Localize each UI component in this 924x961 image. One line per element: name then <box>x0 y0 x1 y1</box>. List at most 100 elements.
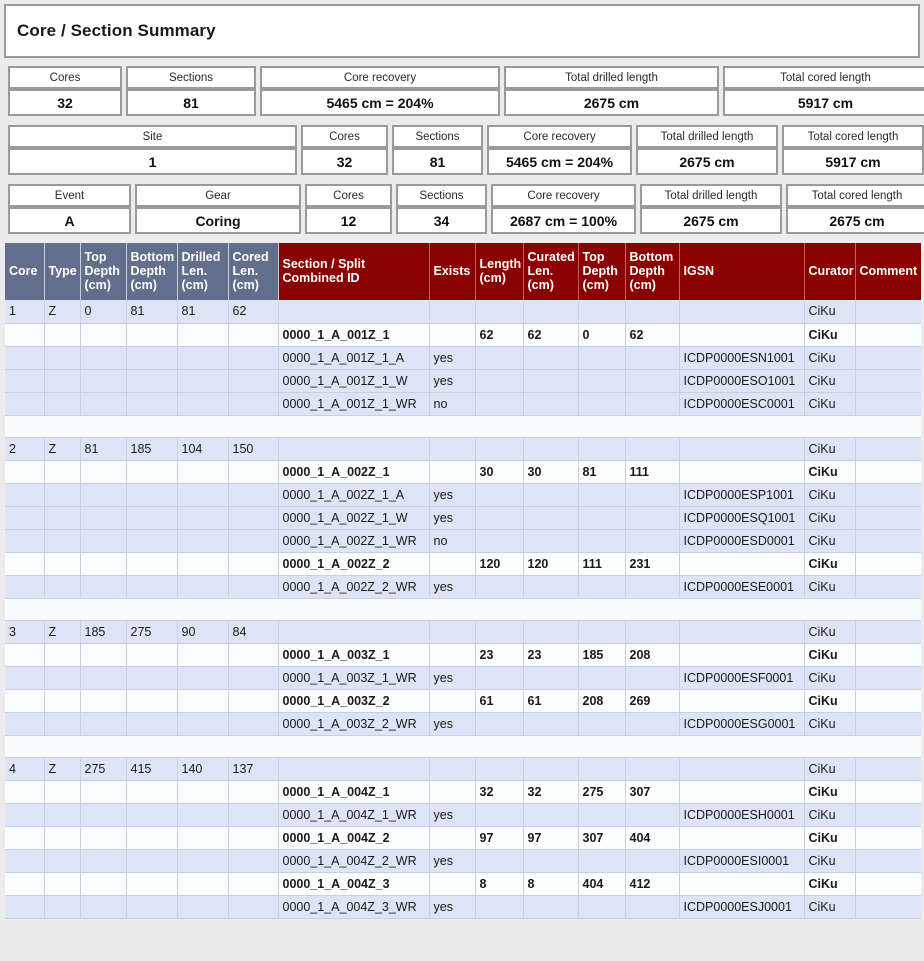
split-row[interactable]: 0000_1_A_001Z_1_AyesICDP0000ESN1001CiKu <box>5 346 921 369</box>
cell-sec-top-depth <box>578 437 625 460</box>
column-header-cored-len[interactable]: CoredLen.(cm) <box>228 243 278 300</box>
column-header-comment[interactable]: Comment <box>855 243 921 300</box>
cell-length <box>475 506 523 529</box>
cell-curated-len <box>523 803 578 826</box>
section-row[interactable]: 0000_1_A_002Z_2120120111231CiKu <box>5 552 921 575</box>
cell-length: 62 <box>475 323 523 346</box>
cell-section-id <box>278 620 429 643</box>
split-row[interactable]: 0000_1_A_003Z_1_WRyesICDP0000ESF0001CiKu <box>5 666 921 689</box>
section-row[interactable]: 0000_1_A_002Z_1303081111CiKu <box>5 460 921 483</box>
cell-bottom-depth <box>126 643 177 666</box>
split-row[interactable]: 0000_1_A_004Z_1_WRyesICDP0000ESH0001CiKu <box>5 803 921 826</box>
cell-exists: yes <box>429 483 475 506</box>
cell-cored-len <box>228 849 278 872</box>
cell-length: 97 <box>475 826 523 849</box>
summary-site-header-cores: Cores <box>301 125 388 148</box>
summary-event-header-total-drilled-length: Total drilled length <box>640 184 782 207</box>
cell-comment <box>855 483 921 506</box>
summary-site-header-total-drilled-length: Total drilled length <box>636 125 778 148</box>
cell-length <box>475 369 523 392</box>
core-row[interactable]: 1Z0818162CiKu <box>5 300 921 323</box>
cell-cored-len <box>228 803 278 826</box>
core-row[interactable]: 3Z1852759084CiKu <box>5 620 921 643</box>
page-title: Core / Section Summary <box>17 21 216 41</box>
cell-curator: CiKu <box>804 392 855 415</box>
split-row[interactable]: 0000_1_A_002Z_2_WRyesICDP0000ESE0001CiKu <box>5 575 921 598</box>
cell-igsn <box>679 780 804 803</box>
cell-curator: CiKu <box>804 643 855 666</box>
column-header-curator-label: Curator <box>809 264 854 278</box>
cell-top-depth <box>80 369 126 392</box>
column-header-exists[interactable]: Exists <box>429 243 475 300</box>
cell-drilled-len <box>177 506 228 529</box>
column-header-type[interactable]: Type <box>44 243 80 300</box>
cell-top-depth <box>80 689 126 712</box>
column-header-curator[interactable]: Curator <box>804 243 855 300</box>
column-header-igsn[interactable]: IGSN <box>679 243 804 300</box>
split-row[interactable]: 0000_1_A_001Z_1_WyesICDP0000ESO1001CiKu <box>5 369 921 392</box>
cell-sec-bottom-depth <box>625 575 679 598</box>
column-header-section-id[interactable]: Section / SplitCombined ID <box>278 243 429 300</box>
cell-exists <box>429 323 475 346</box>
cell-igsn: ICDP0000ESN1001 <box>679 346 804 369</box>
column-header-curated-len[interactable]: CuratedLen.(cm) <box>523 243 578 300</box>
column-header-bottom-depth[interactable]: BottomDepth(cm) <box>126 243 177 300</box>
summary-event-table: Event Gear Cores Sections Core recovery … <box>4 184 924 234</box>
split-row[interactable]: 0000_1_A_002Z_1_WRnoICDP0000ESD0001CiKu <box>5 529 921 552</box>
cell-sec-bottom-depth: 62 <box>625 323 679 346</box>
cell-cored-len <box>228 529 278 552</box>
cell-section-id: 0000_1_A_004Z_1 <box>278 780 429 803</box>
section-row[interactable]: 0000_1_A_003Z_26161208269CiKu <box>5 689 921 712</box>
cell-exists <box>429 757 475 780</box>
cell-section-id: 0000_1_A_002Z_1 <box>278 460 429 483</box>
cell-top-depth: 81 <box>80 437 126 460</box>
split-row[interactable]: 0000_1_A_004Z_3_WRyesICDP0000ESJ0001CiKu <box>5 895 921 918</box>
cell-comment <box>855 300 921 323</box>
column-header-core[interactable]: Core <box>5 243 44 300</box>
split-row[interactable]: 0000_1_A_004Z_2_WRyesICDP0000ESI0001CiKu <box>5 849 921 872</box>
cell-exists: yes <box>429 346 475 369</box>
cell-section-id: 0000_1_A_003Z_2_WR <box>278 712 429 735</box>
core-row[interactable]: 4Z275415140137CiKu <box>5 757 921 780</box>
cell-igsn: ICDP0000ESP1001 <box>679 483 804 506</box>
column-header-section-bottom-depth[interactable]: BottomDepth(cm) <box>625 243 679 300</box>
section-row[interactable]: 0000_1_A_003Z_12323185208CiKu <box>5 643 921 666</box>
cell-section-id: 0000_1_A_003Z_1_WR <box>278 666 429 689</box>
cell-bottom-depth <box>126 552 177 575</box>
split-row[interactable]: 0000_1_A_002Z_1_AyesICDP0000ESP1001CiKu <box>5 483 921 506</box>
section-row[interactable]: 0000_1_A_004Z_13232275307CiKu <box>5 780 921 803</box>
split-row[interactable]: 0000_1_A_002Z_1_WyesICDP0000ESQ1001CiKu <box>5 506 921 529</box>
cell-section-id: 0000_1_A_002Z_1_WR <box>278 529 429 552</box>
cell-drilled-len <box>177 369 228 392</box>
cell-igsn <box>679 643 804 666</box>
cell-comment <box>855 575 921 598</box>
column-header-section-top-depth[interactable]: TopDepth(cm) <box>578 243 625 300</box>
cell-type <box>44 643 80 666</box>
cell-type: Z <box>44 300 80 323</box>
column-header-top-depth[interactable]: TopDepth(cm) <box>80 243 126 300</box>
cell-length <box>475 437 523 460</box>
cell-sec-top-depth <box>578 575 625 598</box>
split-row[interactable]: 0000_1_A_003Z_2_WRyesICDP0000ESG0001CiKu <box>5 712 921 735</box>
section-row[interactable]: 0000_1_A_001Z_16262062CiKu <box>5 323 921 346</box>
cell-top-depth: 0 <box>80 300 126 323</box>
cell-exists <box>429 780 475 803</box>
split-row[interactable]: 0000_1_A_001Z_1_WRnoICDP0000ESC0001CiKu <box>5 392 921 415</box>
cell-core <box>5 529 44 552</box>
cell-top-depth <box>80 529 126 552</box>
cell-length <box>475 529 523 552</box>
column-header-length[interactable]: Length(cm) <box>475 243 523 300</box>
section-row[interactable]: 0000_1_A_004Z_29797307404CiKu <box>5 826 921 849</box>
column-header-drilled-len[interactable]: DrilledLen.(cm) <box>177 243 228 300</box>
core-row[interactable]: 2Z81185104150CiKu <box>5 437 921 460</box>
cell-cored-len <box>228 643 278 666</box>
section-row[interactable]: 0000_1_A_004Z_388404412CiKu <box>5 872 921 895</box>
cell-top-depth <box>80 666 126 689</box>
cell-type <box>44 575 80 598</box>
cell-bottom-depth <box>126 392 177 415</box>
cell-drilled-len <box>177 826 228 849</box>
cell-comment <box>855 392 921 415</box>
cell-top-depth <box>80 346 126 369</box>
cell-sec-top-depth: 404 <box>578 872 625 895</box>
cell-igsn <box>679 826 804 849</box>
